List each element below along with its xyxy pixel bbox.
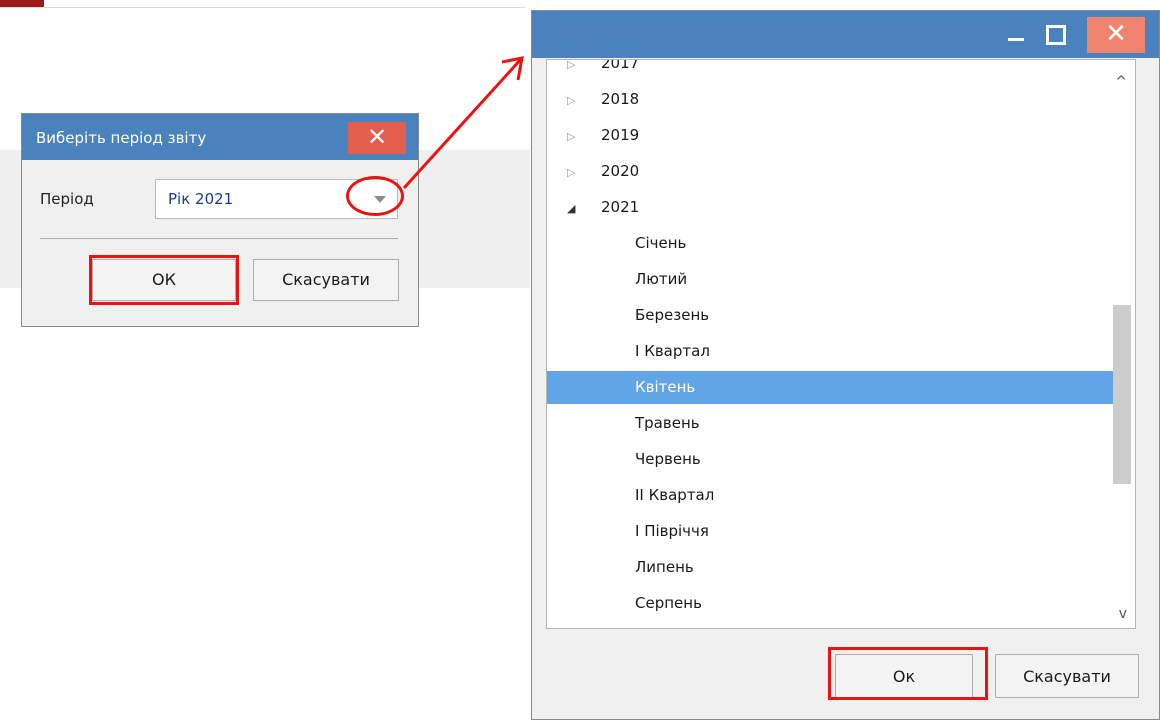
annotation-arrow: [402, 56, 524, 190]
